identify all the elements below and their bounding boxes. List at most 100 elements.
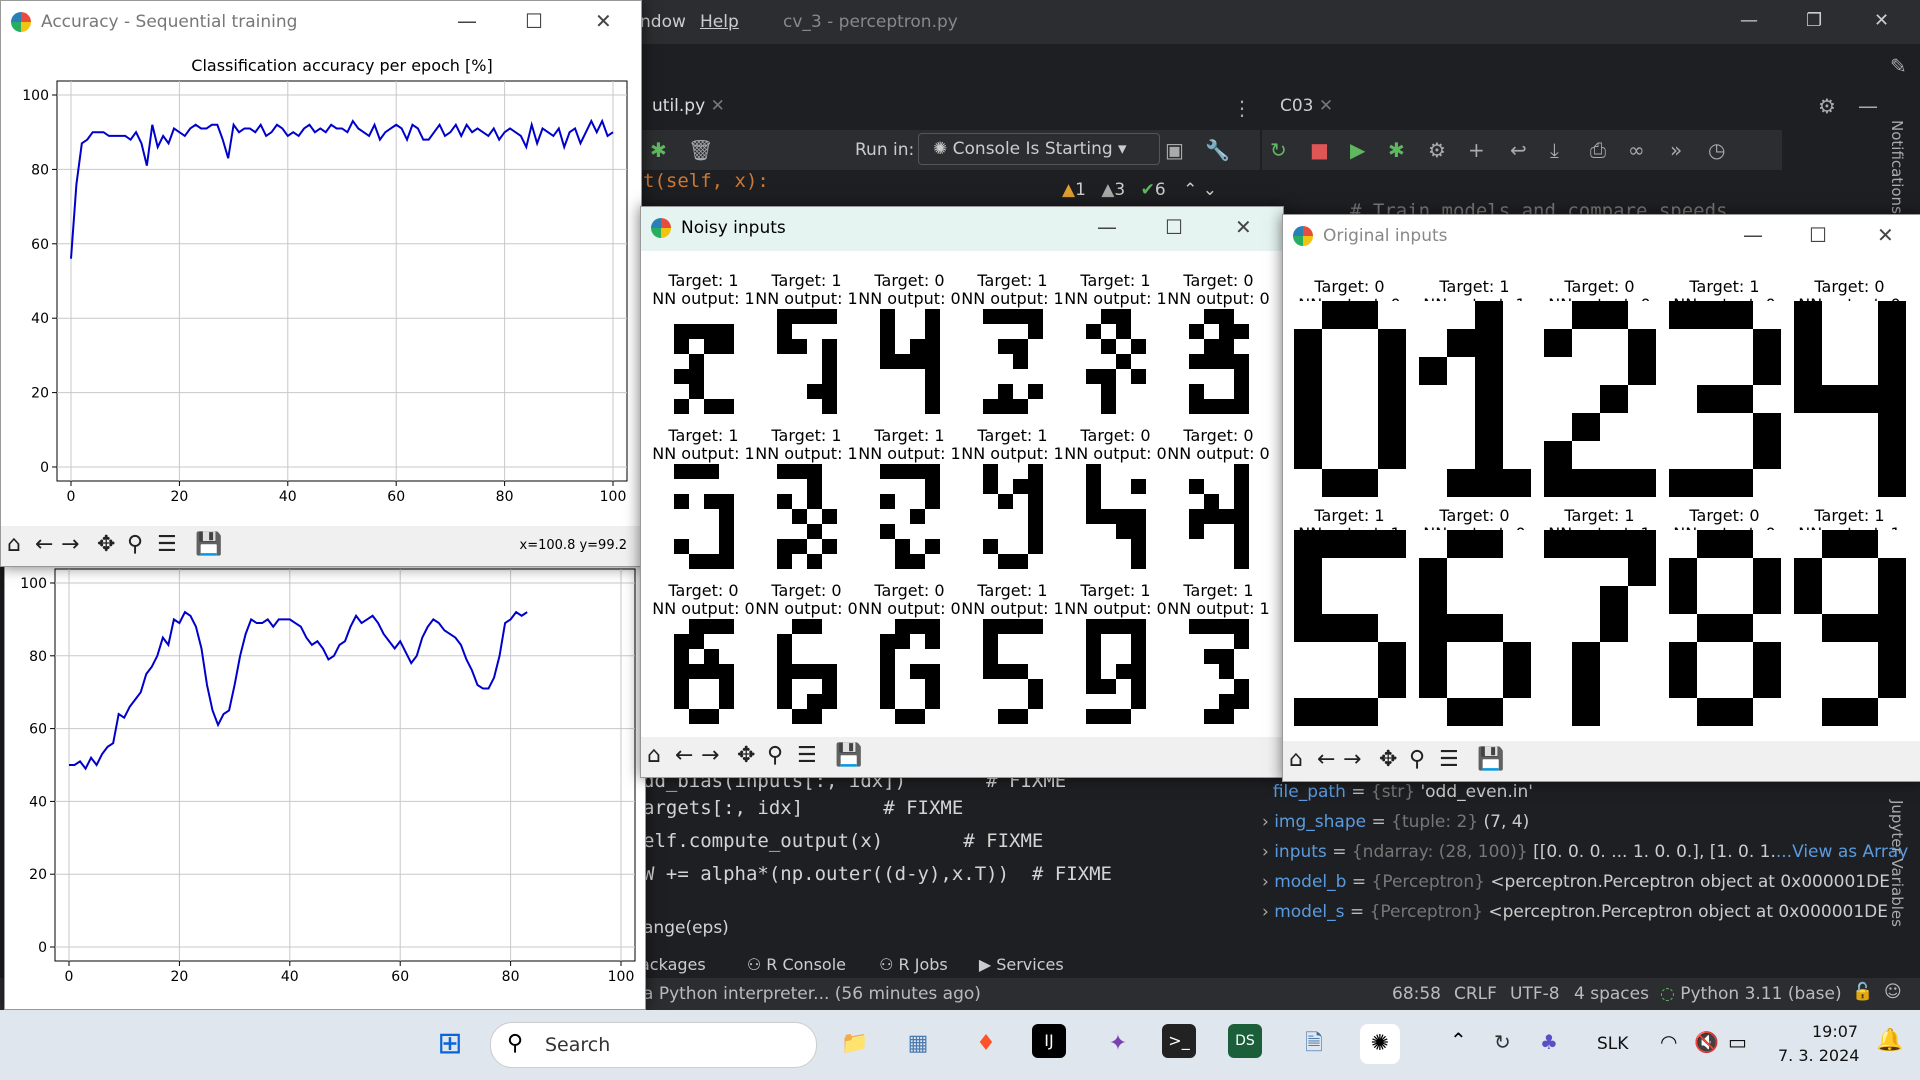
scroll-end-icon[interactable]: ⤓ [1550,138,1559,162]
forward-icon[interactable]: → [61,532,79,557]
fast-forward-icon[interactable]: » [1670,138,1682,162]
close-icon[interactable]: ✕ [1874,10,1889,31]
forward-icon[interactable]: → [1343,747,1361,772]
rerun-icon[interactable]: ↻ [1270,138,1287,162]
indent[interactable]: 4 spaces [1574,984,1649,1004]
close-icon[interactable]: ✕ [595,9,612,33]
intellij-icon[interactable]: IJ [1032,1024,1066,1058]
configure-icon[interactable]: ☰ [157,532,177,557]
breadcrumb[interactable]: ange(eps) [643,918,729,938]
home-icon[interactable]: ⌂ [1289,747,1303,772]
jupyter-variables-label[interactable]: Jupyter Variables [1888,800,1906,927]
brave-icon[interactable]: ♦ [966,1024,1006,1064]
wrap-icon[interactable]: ↩ [1510,138,1527,162]
tab-r-jobs[interactable]: ⚇ R Jobs [879,955,948,974]
configure-icon[interactable]: ☰ [1439,747,1459,772]
zoom-icon[interactable]: ⚲ [127,532,143,557]
save-icon[interactable]: 💾 [1477,747,1504,772]
configure-icon[interactable]: ☰ [797,743,817,768]
pan-icon[interactable]: ✥ [97,532,115,557]
trash-icon[interactable]: 🗑 [688,138,713,162]
notification-bell-icon[interactable]: 🔔 [1876,1028,1903,1053]
settings-icon[interactable]: ⚙ [1428,138,1446,162]
zoom-icon[interactable]: ⚲ [1409,747,1425,772]
sync-icon[interactable]: ↻ [1494,1030,1511,1054]
line-separator[interactable]: CRLF [1454,984,1497,1004]
menu-window[interactable]: ndow [640,12,686,32]
minimize-icon[interactable]: — [1743,223,1763,247]
menu-help[interactable]: Help [700,12,739,32]
forward-icon[interactable]: → [701,743,719,768]
tex-icon[interactable]: ✦ [1098,1024,1138,1064]
maximize-icon[interactable]: ☐ [525,9,543,33]
interpreter[interactable]: ◌ Python 3.11 (base) [1660,984,1842,1004]
target-label: Target: 1 [668,426,739,445]
pan-icon[interactable]: ✥ [737,743,755,768]
stop-icon[interactable]: ■ [1310,138,1329,162]
gear-icon[interactable]: ⚙ [1818,94,1836,118]
zoom-icon[interactable]: ⚲ [767,743,783,768]
inspections-widget[interactable]: ▲1 ▲3 ✔6 ⌃ ⌄ [1062,180,1217,200]
tab-r-console[interactable]: ⚇ R Console [747,955,846,974]
dataspell-icon[interactable]: DS [1228,1024,1262,1058]
close-icon[interactable]: ✕ [1235,215,1252,239]
tab-console-c03[interactable]: C03 ✕ [1280,96,1333,116]
minimize-icon[interactable]: — [457,9,477,33]
run-in-dropdown[interactable]: ✺ Console Is Starting ▾ [918,133,1160,165]
caret-position[interactable]: 68:58 [1392,984,1441,1004]
run-icon[interactable]: ▶ [1350,138,1365,162]
search-box[interactable]: ⚲ Search [490,1022,817,1068]
python-file-icon[interactable]: 🗎 [1294,1024,1334,1064]
home-icon[interactable]: ⌂ [7,532,21,557]
debug-console-icon[interactable]: ✱ [1388,138,1405,162]
file-explorer-icon[interactable]: 📁 [835,1024,875,1064]
edit-icon[interactable]: ✎ [1890,54,1907,78]
chevron-up-icon[interactable]: ⌃ [1450,1028,1467,1052]
maximize-icon[interactable]: ☐ [1165,215,1183,239]
photos-icon[interactable]: ▦ [898,1024,938,1064]
history-icon[interactable]: ◷ [1708,138,1725,162]
maximize-icon[interactable]: ☐ [1809,223,1827,247]
lock-icon[interactable]: 🔓 [1852,982,1873,1002]
assistant-icon[interactable]: ☺ [1884,982,1902,1002]
close-icon[interactable]: ✕ [1877,223,1894,247]
tab-util-py[interactable]: util.py ✕ [652,96,725,116]
minimize-icon[interactable]: — [1740,10,1758,31]
debug-icon[interactable]: ✱ [650,138,667,162]
glasses-icon[interactable]: ∞ [1628,138,1645,162]
notifications-label[interactable]: Notifications [1888,120,1906,214]
clock-time[interactable]: 19:07 [1812,1022,1858,1041]
variable-row[interactable]: › model_s = {Perceptron} <perceptron.Per… [1262,902,1888,922]
clock-date[interactable]: 7. 3. 2024 [1778,1046,1859,1065]
tab-packages[interactable]: ackages [640,955,706,974]
tab-services[interactable]: ▶ Services [979,955,1064,974]
terminal-icon[interactable]: >_ [1162,1024,1196,1058]
encoding[interactable]: UTF-8 [1510,984,1560,1004]
language-indicator[interactable]: SLK [1597,1034,1628,1054]
back-icon[interactable]: ← [675,743,693,768]
restore-icon[interactable]: ❐ [1806,10,1822,31]
wrench-icon[interactable]: 🔧 [1205,138,1230,162]
minimize-icon[interactable]: — [1097,215,1117,239]
variable-row[interactable]: › img_shape = {tuple: 2} (7, 4) [1262,812,1529,832]
save-icon[interactable]: 💾 [195,532,222,557]
add-icon[interactable]: + [1468,138,1485,162]
back-icon[interactable]: ← [1317,747,1335,772]
battery-icon[interactable]: ▭ [1728,1030,1747,1054]
pan-icon[interactable]: ✥ [1379,747,1397,772]
save-icon[interactable]: 💾 [835,743,862,768]
mute-icon[interactable]: 🔇 [1694,1030,1719,1054]
back-icon[interactable]: ← [35,532,53,557]
matplotlib-taskbar-icon[interactable]: ✺ [1360,1024,1400,1064]
teams-icon[interactable]: ♣ [1540,1030,1558,1054]
hide-icon[interactable]: — [1858,94,1878,118]
home-icon[interactable]: ⌂ [647,743,661,768]
variable-row[interactable]: › inputs = {ndarray: (28, 100)} [[0. 0. … [1262,842,1908,862]
variable-row[interactable]: file_path = {str} 'odd_even.in' [1262,782,1533,802]
console-icon[interactable]: ▣ [1165,138,1184,162]
variable-row[interactable]: › model_b = {Perceptron} <perceptron.Per… [1262,872,1890,892]
more-icon[interactable]: ⋮ [1232,96,1252,120]
print-icon[interactable]: ⎙ [1590,138,1606,162]
wifi-icon[interactable]: ◠ [1660,1030,1677,1054]
start-icon[interactable]: ⊞ [430,1024,470,1064]
